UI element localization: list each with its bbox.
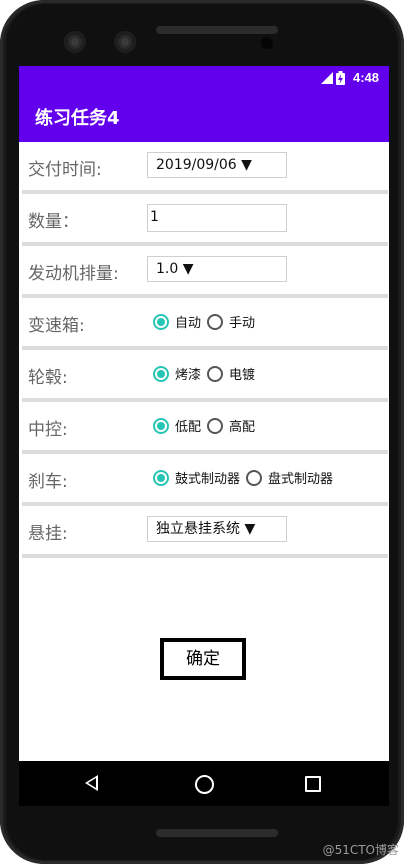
suspension-label: 悬挂:	[28, 524, 68, 544]
brake-option-drum[interactable]: 鼓式制动器	[153, 468, 240, 487]
back-icon[interactable]	[85, 775, 98, 791]
console-label: 中控:	[28, 420, 68, 440]
radio-label: 低配	[175, 420, 202, 435]
proximity-sensor	[261, 37, 273, 49]
radio-label: 高配	[229, 420, 256, 435]
hub-radio-group: 烤漆 电镀	[153, 364, 261, 383]
brake-radio-group: 鼓式制动器 盘式制动器	[153, 468, 339, 487]
engine-spinner[interactable]: 1.0 ▼	[147, 256, 287, 282]
row-quantity: 数量： 1	[22, 194, 388, 246]
front-camera-icon	[64, 31, 86, 53]
row-console: 中控: 低配 高配	[22, 402, 388, 454]
hub-option-paint[interactable]: 烤漆	[153, 364, 201, 383]
radio-label: 电镀	[229, 368, 256, 383]
radio-checked-icon[interactable]	[153, 417, 169, 434]
row-suspension: 悬挂: 独立悬挂系统 ▼	[22, 506, 388, 558]
engine-label: 发动机排量:	[28, 264, 119, 284]
gearbox-option-manual[interactable]: 手动	[207, 312, 255, 331]
quantity-input[interactable]: 1	[147, 204, 287, 232]
radio-label: 盘式制动器	[268, 472, 334, 487]
console-radio-group: 低配 高配	[153, 416, 261, 435]
radio-label: 手动	[229, 316, 256, 331]
phone-frame: 4:48 练习任务4 交付时间: 2019/09/06 ▼ 数量： 1 发动机排…	[0, 0, 404, 864]
row-brake: 刹车: 鼓式制动器 盘式制动器	[22, 454, 388, 506]
radio-label: 自动	[175, 316, 202, 331]
front-sensor-icon	[114, 31, 136, 53]
status-time: 4:48	[352, 70, 379, 85]
page-title: 练习任务4	[35, 108, 120, 129]
suspension-spinner[interactable]: 独立悬挂系统 ▼	[147, 516, 287, 542]
brake-label: 刹车:	[28, 472, 68, 492]
navigation-bar	[19, 761, 389, 806]
delivery-time-label: 交付时间:	[28, 160, 102, 180]
radio-checked-icon[interactable]	[153, 313, 169, 330]
status-bar: 4:48	[19, 66, 389, 90]
recents-icon[interactable]	[305, 776, 321, 792]
bottom-speaker	[156, 829, 278, 837]
console-option-high[interactable]: 高配	[207, 416, 255, 435]
console-option-low[interactable]: 低配	[153, 416, 201, 435]
row-engine: 发动机排量: 1.0 ▼	[22, 246, 388, 298]
battery-charging-icon	[336, 71, 345, 85]
app-screen: 4:48 练习任务4 交付时间: 2019/09/06 ▼ 数量： 1 发动机排…	[19, 66, 389, 806]
gearbox-label: 变速箱:	[28, 316, 85, 336]
status-icons	[321, 71, 345, 85]
radio-checked-icon[interactable]	[153, 365, 169, 382]
quantity-label: 数量：	[28, 212, 79, 232]
row-delivery-time: 交付时间: 2019/09/06 ▼	[22, 142, 388, 194]
app-bar: 练习任务4	[19, 90, 389, 142]
brake-option-disc[interactable]: 盘式制动器	[246, 468, 333, 487]
gearbox-radio-group: 自动 手动	[153, 312, 261, 331]
watermark: @51CTO博客	[322, 843, 399, 857]
row-hub: 轮毂: 烤漆 电镀	[22, 350, 388, 402]
confirm-button[interactable]: 确定	[160, 638, 246, 680]
radio-label: 鼓式制动器	[175, 472, 241, 487]
earpiece-speaker	[156, 26, 278, 34]
hub-label: 轮毂:	[28, 368, 68, 388]
radio-unchecked-icon[interactable]	[207, 417, 224, 434]
radio-checked-icon[interactable]	[153, 469, 169, 486]
radio-unchecked-icon[interactable]	[207, 365, 224, 382]
radio-unchecked-icon[interactable]	[246, 469, 263, 486]
radio-label: 烤漆	[175, 368, 202, 383]
radio-unchecked-icon[interactable]	[207, 313, 224, 330]
hub-option-plating[interactable]: 电镀	[207, 364, 255, 383]
divider	[22, 554, 388, 558]
row-gearbox: 变速箱: 自动 手动	[22, 298, 388, 350]
gearbox-option-auto[interactable]: 自动	[153, 312, 201, 331]
signal-icon	[321, 72, 333, 84]
home-icon[interactable]	[195, 775, 214, 794]
delivery-time-spinner[interactable]: 2019/09/06 ▼	[147, 152, 287, 178]
